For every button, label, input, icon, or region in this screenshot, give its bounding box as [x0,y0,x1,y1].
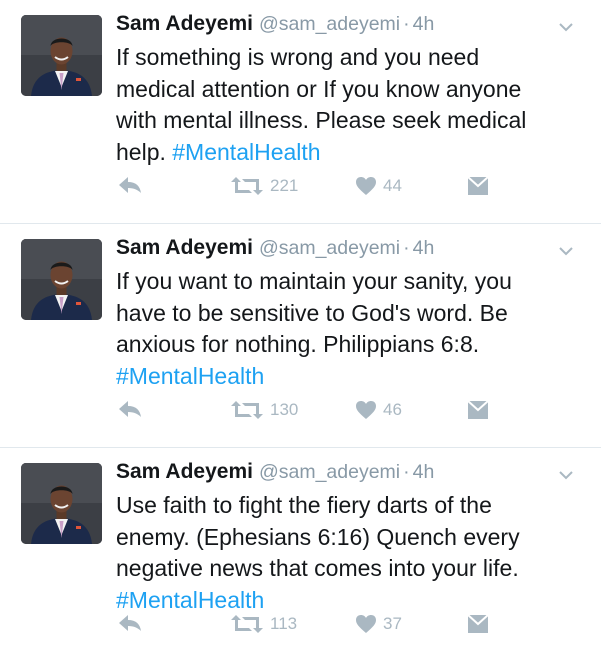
tweet-body: If you want to maintain your sanity, you… [116,268,512,357]
hashtag-link[interactable]: #MentalHealth [172,139,320,165]
direct-message-icon [467,614,489,633]
retweet-button[interactable]: 130 [230,400,298,420]
tweet-header: Sam Adeyemi @sam_adeyemi · 4h [116,460,577,490]
timestamp[interactable]: 4h [413,237,435,260]
tweet[interactable]: Sam Adeyemi @sam_adeyemi · 4h If you wan… [0,224,601,448]
like-count: 46 [383,400,402,419]
like-count: 44 [383,176,402,195]
tweet-actions: 221 44 [0,176,601,202]
separator: · [403,13,410,35]
direct-message-icon [467,176,489,195]
retweet-button[interactable]: 113 [230,614,297,634]
avatar[interactable] [21,239,102,320]
heart-icon [356,401,376,419]
chevron-down-icon[interactable] [555,464,577,486]
retweet-button[interactable]: 221 [230,176,298,196]
timestamp[interactable]: 4h [413,13,435,36]
like-count: 37 [383,614,402,633]
direct-message-button[interactable] [467,614,489,634]
tweet[interactable]: Sam Adeyemi @sam_adeyemi · 4h Use faith … [0,448,601,659]
reply-icon [119,615,141,631]
hashtag-link[interactable]: #MentalHealth [116,363,264,389]
author-name[interactable]: Sam Adeyemi [116,12,253,36]
hashtag-link[interactable]: #MentalHealth [116,587,264,613]
retweet-count: 221 [270,176,299,195]
author-name[interactable]: Sam Adeyemi [116,460,253,484]
like-button[interactable]: 37 [355,614,402,634]
separator: · [403,237,410,259]
tweet-header: Sam Adeyemi @sam_adeyemi · 4h [116,12,577,42]
avatar-image [21,239,102,320]
avatar-image [21,15,102,96]
author-handle[interactable]: @sam_adeyemi [259,461,400,484]
tweet-text: If something is wrong and you need medic… [116,42,577,168]
direct-message-button[interactable] [467,176,489,196]
heart-icon [356,177,376,195]
heart-icon [356,615,376,633]
like-button[interactable]: 44 [355,176,402,196]
retweet-icon [231,177,263,195]
direct-message-icon [467,400,489,419]
reply-icon [119,401,141,417]
tweet-text: If you want to maintain your sanity, you… [116,266,577,392]
retweet-count: 130 [270,400,299,419]
tweet-actions: 113 37 [0,614,601,640]
author-handle[interactable]: @sam_adeyemi [259,13,400,36]
retweet-count: 113 [270,614,298,633]
direct-message-button[interactable] [467,400,489,420]
timestamp[interactable]: 4h [413,461,435,484]
chevron-down-icon[interactable] [555,16,577,38]
retweet-icon [231,615,263,633]
avatar-image [21,463,102,544]
reply-button[interactable] [118,176,142,194]
retweet-icon [231,401,263,419]
tweet-body: Use faith to fight the fiery darts of th… [116,492,520,581]
author-name[interactable]: Sam Adeyemi [116,236,253,260]
timeline: Sam Adeyemi @sam_adeyemi · 4h If somethi… [0,0,601,659]
tweet-header: Sam Adeyemi @sam_adeyemi · 4h [116,236,577,266]
tweet[interactable]: Sam Adeyemi @sam_adeyemi · 4h If somethi… [0,0,601,224]
reply-button[interactable] [118,400,142,418]
avatar[interactable] [21,463,102,544]
tweet-actions: 130 46 [0,400,601,426]
tweet-content: Sam Adeyemi @sam_adeyemi · 4h Use faith … [116,460,577,616]
chevron-down-icon[interactable] [555,240,577,262]
like-button[interactable]: 46 [355,400,402,420]
reply-button[interactable] [118,614,142,632]
author-handle[interactable]: @sam_adeyemi [259,237,400,260]
reply-icon [119,177,141,193]
tweet-content: Sam Adeyemi @sam_adeyemi · 4h If somethi… [116,12,577,168]
tweet-text: Use faith to fight the fiery darts of th… [116,490,577,616]
avatar[interactable] [21,15,102,96]
tweet-content: Sam Adeyemi @sam_adeyemi · 4h If you wan… [116,236,577,392]
separator: · [403,461,410,483]
